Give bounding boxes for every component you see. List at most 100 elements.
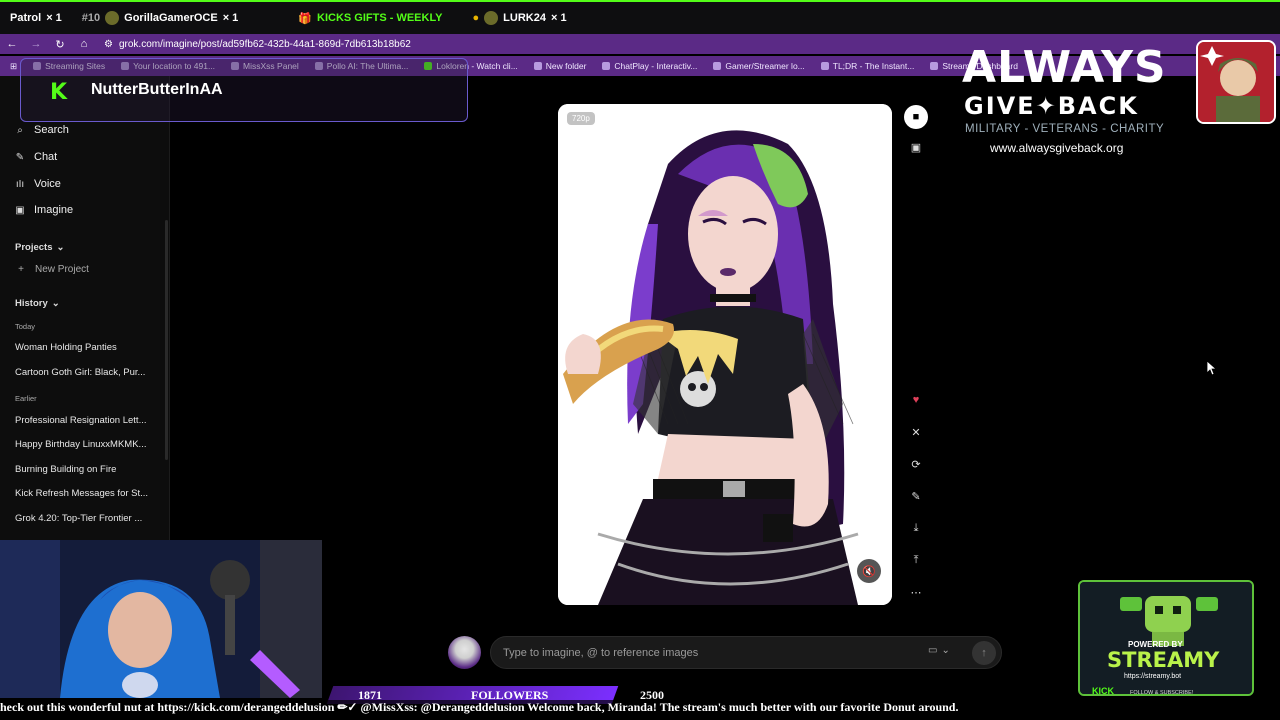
edit-image-icon: ✎ [911,490,921,503]
stream-bar-gifts: 🎁 KICKS GIFTS - WEEKLY [288,12,452,25]
kick-follower-overlay [20,58,468,122]
stream-bar-item-lurk: ● LURK24 × 1 [463,11,577,25]
download-icon: ⤓ [913,521,919,534]
home-icon[interactable]: ⌂ [72,38,96,50]
agb-subtitle: MILITARY - VETERANS - CHARITY [965,123,1165,135]
history-item[interactable]: Woman Holding Panties [15,342,155,353]
ellipsis-icon: ⋯ [910,586,922,599]
gifts-label: KICKS GIFTS - WEEKLY [317,12,443,24]
stream-bar-rank: #10 [81,12,101,24]
chevron-down-icon: ⌄ [56,242,65,253]
forward-icon[interactable]: → [24,38,48,50]
new-project-label: New Project [35,264,89,275]
projects-header[interactable]: Projects ⌄ [15,242,64,253]
mute-button[interactable]: 🔇 [857,559,881,583]
bookmark-item[interactable]: TL;DR - The Instant... [815,61,921,71]
resolution-badge: 720p [567,112,595,125]
regenerate-button[interactable]: ⟳ [904,452,928,476]
stream-bar-item-name: Patrol [10,12,42,24]
sidebar: ⌕ Search ✎ Chat ıIı Voice ▣ Imagine Proj… [0,76,170,540]
sidebar-item-chat[interactable]: ✎ Chat [14,151,57,163]
site-icon [820,62,829,70]
history-item[interactable]: Professional Resignation Lett... [15,415,155,426]
site-icon [602,62,611,70]
history-header[interactable]: History ⌄ [15,298,60,309]
image-icon: ▣ [15,204,25,216]
bookmark-label: Gamer/Streamer lo... [725,61,805,71]
agb-url: www.alwaysgiveback.org [990,141,1124,155]
streamy-name: STREAMY [1107,648,1220,672]
mouse-cursor-icon [1207,361,1217,376]
bookmark-item[interactable]: New folder [528,61,593,71]
address-bar[interactable]: ⚙ grok.com/imagine/post/ad59fb62-432b-44… [104,36,984,52]
agb-title-line2: GIVE✦BACK [964,92,1139,120]
arrow-up-icon: ↑ [981,647,987,659]
like-button[interactable]: ♥ [904,388,928,412]
history-item[interactable]: Grok 4.20: Top-Tier Frontier ... [15,513,155,524]
sidebar-scrollbar[interactable] [165,220,168,460]
new-project-button[interactable]: + New Project [15,264,89,275]
bookmark-item[interactable]: ChatPlay - Interactiv... [596,61,703,71]
bookmark-label: New folder [545,61,587,71]
share-button[interactable]: ⤒ [904,548,928,572]
sidebar-item-label: Chat [34,151,58,163]
prompt-placeholder: Type to imagine, @ to reference images [503,646,699,659]
medal-icon: ● [472,12,480,24]
reference-image-avatar[interactable] [448,636,481,669]
history-item[interactable]: Kick Refresh Messages for St... [15,488,155,499]
bookmark-label: TL;DR - The Instant... [832,61,915,71]
site-info-icon[interactable]: ⚙ [104,39,113,50]
image-mode-button[interactable]: ▣ [904,135,928,159]
group-label-earlier: Earlier [15,394,37,403]
search-icon: ⌕ [17,124,23,136]
sidebar-item-label: Imagine [34,204,74,216]
user-badge-icon [484,11,499,25]
chevron-down-icon: ⌄ [941,645,950,656]
plus-icon: + [18,264,24,275]
stream-bar-item-name: LURK24 [503,12,546,24]
waveform-icon: ıIı [15,178,25,190]
folder-icon [533,62,542,70]
sidebar-item-voice[interactable]: ıIı Voice [14,178,61,190]
download-button[interactable]: ⤓ [904,516,928,540]
back-icon[interactable]: ← [0,38,24,50]
submit-button[interactable]: ↑ [972,641,996,665]
stream-bar-item-count: × 1 [550,12,567,24]
video-camera-icon: ■ [912,111,920,123]
heart-icon: ♥ [912,394,920,406]
history-label: History [15,298,48,309]
x-logo-icon: ✕ [911,426,921,439]
gift-icon: 🎁 [298,12,313,25]
history-item[interactable]: Happy Birthday LinuxxMKMK... [15,439,155,450]
image-icon: ▣ [910,141,922,154]
more-button[interactable]: ⋯ [904,580,928,604]
history-item[interactable]: Cartoon Goth Girl: Black, Pur... [15,367,155,378]
sidebar-item-imagine[interactable]: ▣ Imagine [14,204,73,216]
bookmark-item[interactable]: Gamer/Streamer lo... [707,61,810,71]
sidebar-item-search[interactable]: ⌕ Search [14,124,69,136]
upload-icon: ⤒ [913,553,919,566]
projects-label: Projects [15,242,53,253]
mode-dropdown[interactable]: ▭ ⌄ [928,645,950,656]
chat-ticker: heck out this wonderful nut at https://k… [0,700,1280,716]
url-text: grok.com/imagine/post/ad59fb62-432b-44a1… [118,38,411,50]
share-x-button[interactable]: ✕ [904,420,928,444]
video-camera-icon: ▭ [928,645,938,656]
history-item[interactable]: Burning Building on Fire [15,464,155,475]
reload-icon[interactable]: ↻ [48,38,72,51]
bookmark-label: ChatPlay - Interactiv... [614,61,698,71]
sidebar-item-label: Search [34,124,69,136]
prompt-input[interactable]: Type to imagine, @ to reference images [490,636,1002,669]
goth-girl-illustration [558,104,892,605]
edit-image-button[interactable]: ✎ [904,484,928,508]
speaker-muted-icon: 🔇 [862,565,876,578]
generated-image[interactable] [558,104,892,605]
stream-top-bar: Patrol × 1 #10 GorillaGamerOCE × 1 🎁 KIC… [0,0,1280,34]
overlay-username: NutterButterInAA [91,81,223,98]
refresh-icon: ⟳ [911,458,921,471]
video-toggle-button[interactable]: ■ [904,105,928,129]
stream-bar-item-patrol: Patrol × 1 [0,12,72,24]
stream-bar-item-count: × 1 [46,12,62,24]
stream-bar-item-gorilla: #10 GorillaGamerOCE × 1 [72,11,249,25]
streamy-follow: FOLLOW & SUBSCRIBE! [1130,690,1194,696]
